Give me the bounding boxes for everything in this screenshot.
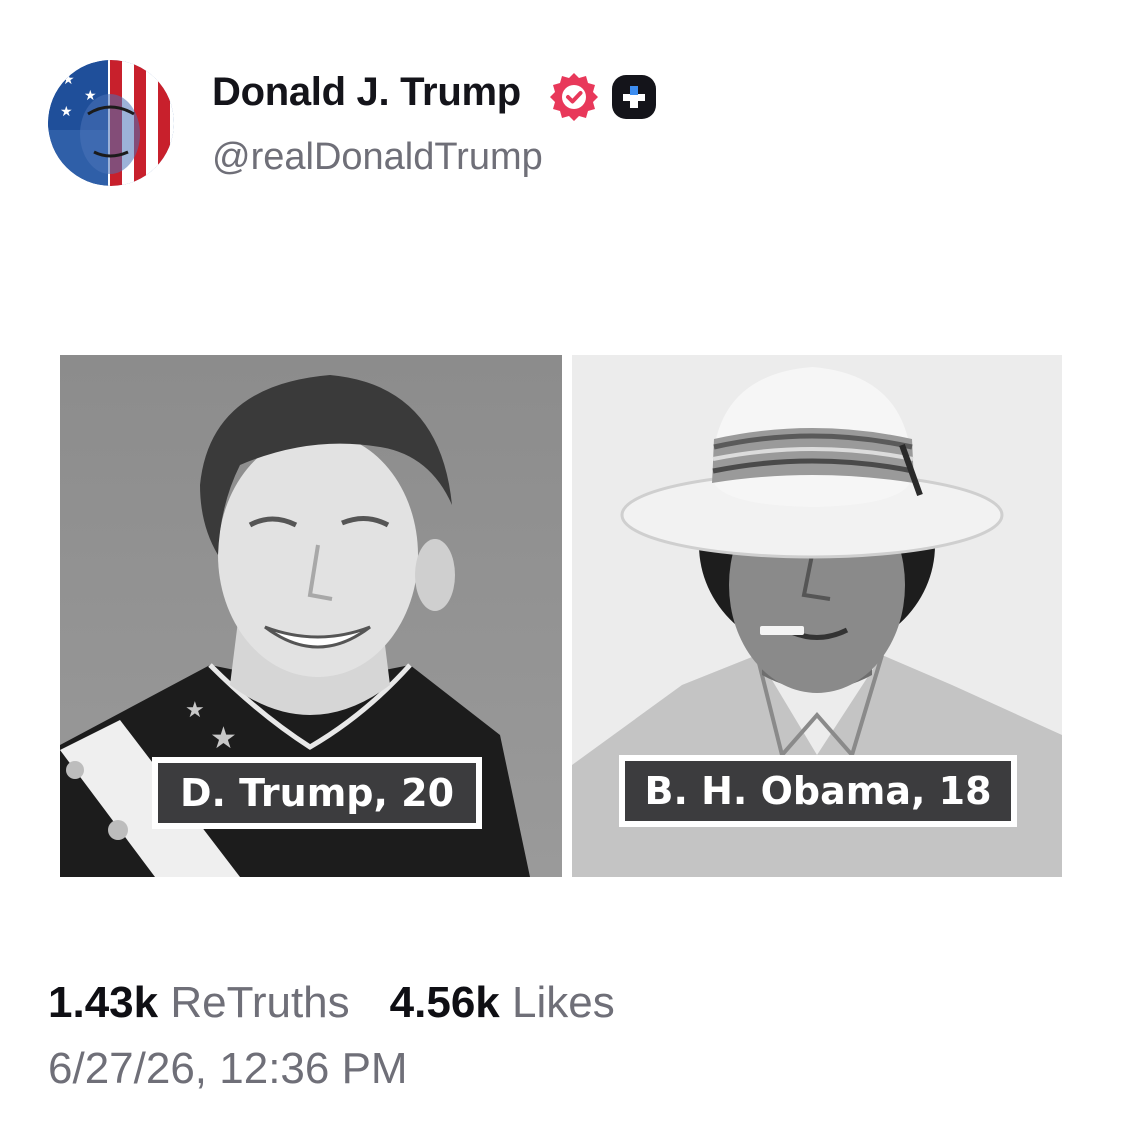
likes-count: 4.56k: [389, 978, 500, 1027]
avatar[interactable]: ★ ★ ★: [48, 60, 174, 186]
post-timestamp[interactable]: 6/27/26, 12:36 PM: [48, 1044, 408, 1094]
likes-stat[interactable]: 4.56k Likes: [390, 978, 615, 1028]
obama-photo[interactable]: B. H. Obama, 18: [572, 355, 1062, 877]
svg-text:★: ★: [185, 697, 205, 722]
svg-text:★: ★: [62, 71, 75, 87]
svg-text:★: ★: [210, 722, 237, 755]
caption-obama: B. H. Obama, 18: [619, 755, 1017, 827]
display-name[interactable]: Donald J. Trump: [212, 70, 521, 115]
post-media: ★ ★ D. Trump, 20 B. H. Obama, 18: [60, 355, 1062, 877]
plus-badge-icon: [610, 73, 658, 121]
retruths-stat[interactable]: 1.43k ReTruths: [48, 978, 350, 1028]
trump-photo[interactable]: ★ ★ D. Trump, 20: [60, 355, 562, 877]
caption-trump: D. Trump, 20: [152, 757, 482, 829]
likes-label: Likes: [512, 978, 615, 1027]
post-stats: 1.43k ReTruths 4.56k Likes: [48, 978, 655, 1028]
retruths-count: 1.43k: [48, 978, 159, 1027]
verified-badge-icon: [548, 71, 600, 123]
retruths-label: ReTruths: [170, 978, 350, 1027]
author-handle[interactable]: @realDonaldTrump: [212, 136, 543, 179]
svg-text:★: ★: [60, 103, 73, 119]
post-header: ★ ★ ★ Donald J. Trump @realDonaldTrump: [0, 0, 1126, 230]
